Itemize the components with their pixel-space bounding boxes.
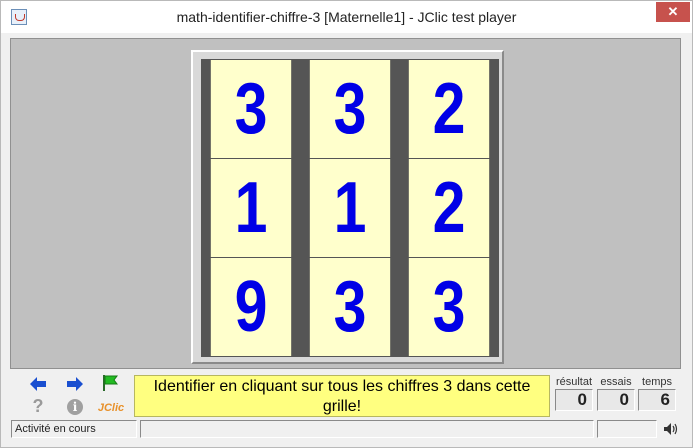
previous-activity-button[interactable]	[29, 375, 47, 393]
instruction-message: Identifier en cliquant sur tous les chif…	[134, 375, 550, 417]
status-progress	[140, 420, 594, 438]
restart-activity-button[interactable]	[101, 374, 119, 392]
status-bar: Activité en cours	[1, 420, 692, 440]
green-flag-icon	[103, 375, 118, 391]
grid-cell[interactable]: 2	[408, 159, 490, 257]
tries-label: essais	[600, 376, 632, 388]
grid-cell[interactable]: 1	[210, 159, 292, 257]
time-counter: 6	[638, 389, 676, 411]
sound-toggle-button[interactable]	[663, 422, 679, 436]
close-button[interactable]: ✕	[656, 2, 690, 22]
arrow-left-icon	[30, 377, 46, 391]
result-label: résultat	[555, 376, 593, 388]
jclic-about-button[interactable]: JClic	[97, 399, 125, 417]
tries-counter: 0	[597, 389, 635, 411]
time-label: temps	[642, 376, 672, 388]
info-icon: i	[67, 399, 83, 415]
grid-cell[interactable]: 3	[309, 60, 391, 158]
control-panel: ? i JClic Identifier en cliquant sur tou…	[10, 370, 681, 418]
grid-cell[interactable]: 9	[210, 258, 292, 356]
grid-cell[interactable]: 3	[210, 60, 292, 158]
grid-cell[interactable]: 2	[408, 60, 490, 158]
result-counter: 0	[555, 389, 593, 411]
grid-cell[interactable]: 1	[309, 159, 391, 257]
speaker-icon	[664, 423, 678, 435]
info-button[interactable]: i	[66, 398, 84, 416]
status-extra	[597, 420, 657, 438]
next-activity-button[interactable]	[66, 375, 84, 393]
puzzle-frame: 3 3 2 1 1 2 9 3 3	[191, 50, 504, 364]
title-bar: math-identifier-chiffre-3 [Maternelle1] …	[1, 1, 692, 33]
window-title: math-identifier-chiffre-3 [Maternelle1] …	[176, 9, 517, 25]
arrow-right-icon	[67, 377, 83, 391]
grid-cell[interactable]: 3	[408, 258, 490, 356]
grid-cell[interactable]: 3	[309, 258, 391, 356]
help-button[interactable]: ?	[29, 395, 47, 416]
question-mark-icon: ?	[32, 395, 44, 416]
digit-grid: 3 3 2 1 1 2 9 3 3	[201, 59, 499, 357]
app-window: math-identifier-chiffre-3 [Maternelle1] …	[0, 0, 693, 448]
status-text: Activité en cours	[11, 420, 137, 438]
